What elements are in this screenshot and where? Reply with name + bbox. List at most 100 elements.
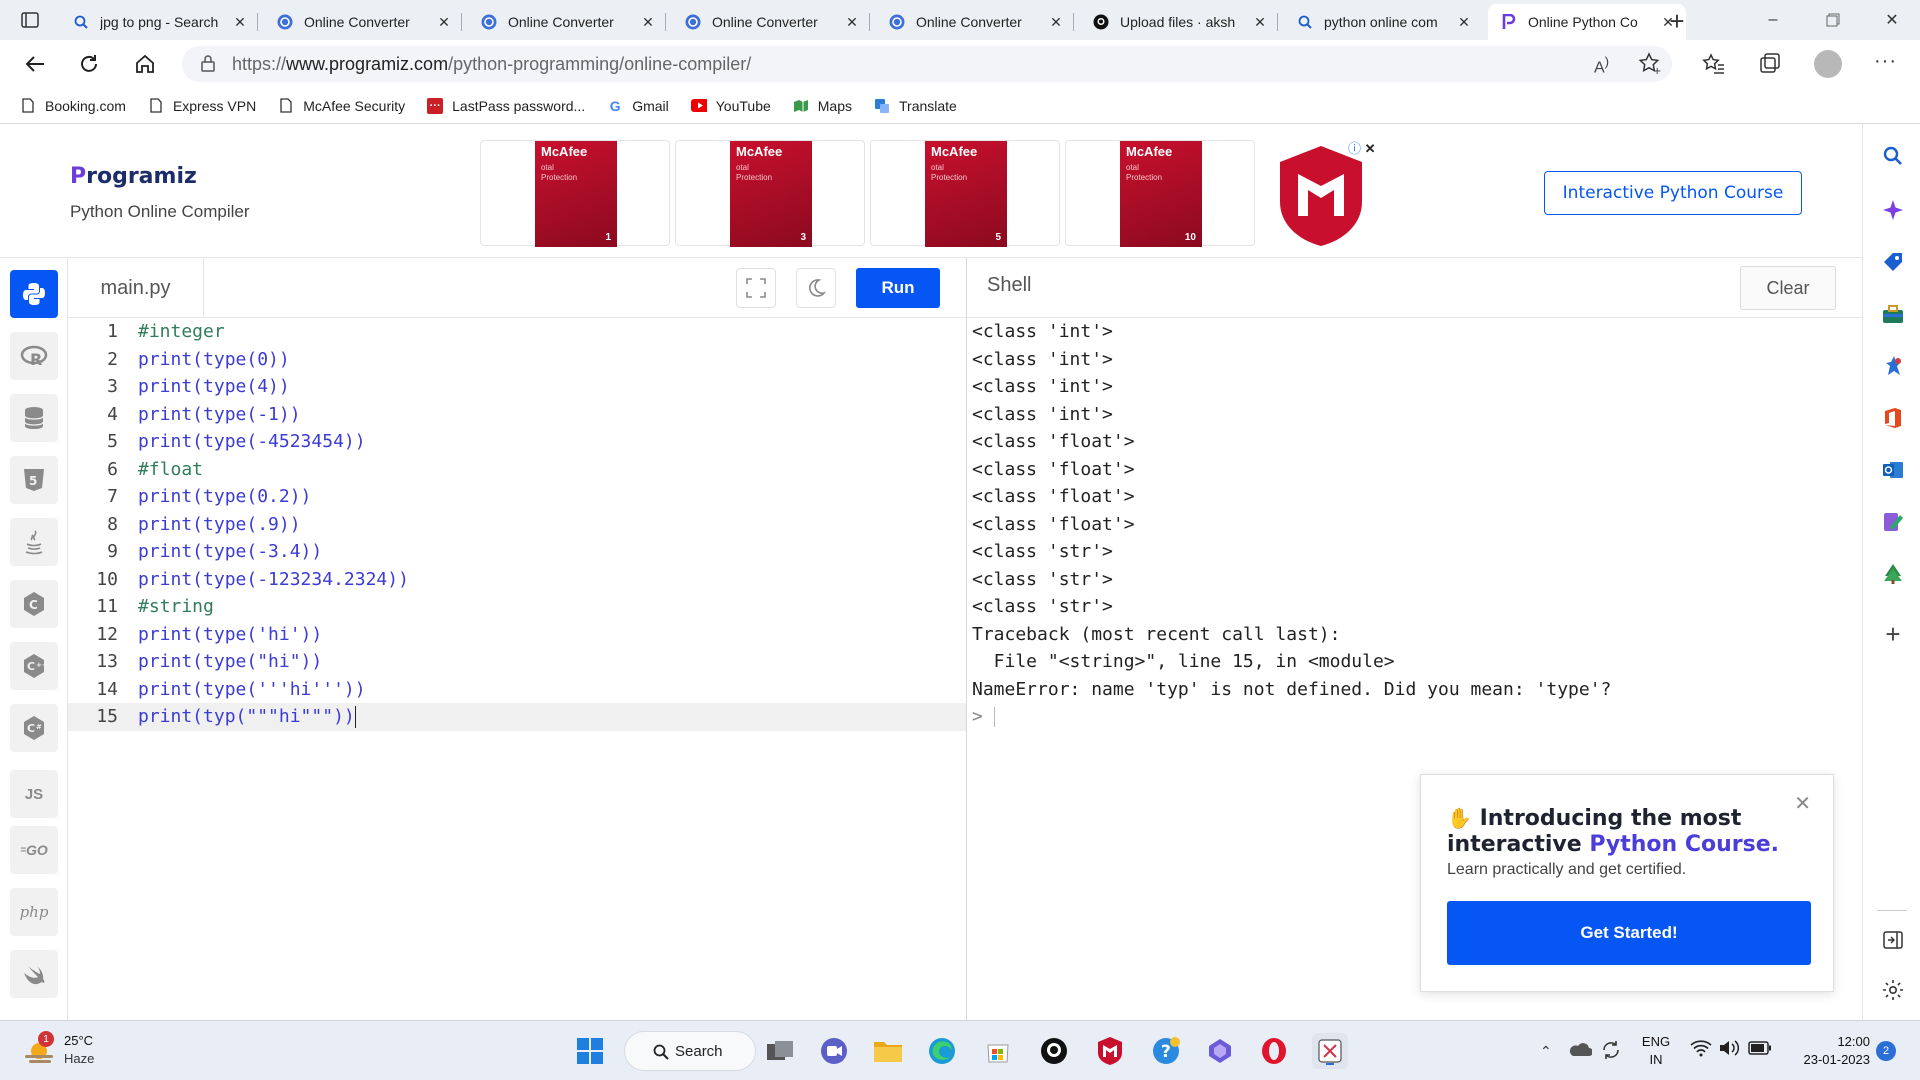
lang-swift-icon[interactable] [10, 950, 58, 998]
ad-info-close-icon[interactable]: ⓘ ✕ [1348, 138, 1376, 157]
pane-divider[interactable] [966, 258, 967, 1020]
programiz-logo[interactable]: Programiz [70, 164, 197, 189]
opera-icon[interactable] [1256, 1033, 1292, 1069]
minimize-icon[interactable]: – [1745, 0, 1801, 40]
ad-product-card[interactable]: McAfee otal Protection 10 [1065, 140, 1255, 247]
shell-prompt-line[interactable]: > [972, 703, 1852, 731]
snipping-tool-icon[interactable] [1312, 1033, 1348, 1069]
refresh-icon[interactable] [72, 48, 106, 80]
show-hidden-icons-icon[interactable]: ⌃ [1540, 1043, 1552, 1060]
close-icon[interactable]: ✕ [1794, 791, 1811, 816]
lang-go-icon[interactable]: = GO [10, 826, 58, 874]
lang-csharp-icon[interactable]: C # [10, 704, 58, 752]
hide-sidebar-icon[interactable] [1881, 928, 1905, 952]
back-icon[interactable] [18, 48, 52, 80]
fullscreen-icon[interactable] [736, 268, 776, 308]
file-explorer-icon[interactable] [870, 1033, 906, 1069]
office-icon[interactable] [1881, 406, 1905, 430]
lang-sql-icon[interactable] [10, 394, 58, 442]
browser-tab[interactable]: Online Python Co ✕ [1488, 4, 1686, 40]
gear-icon[interactable] [1881, 978, 1905, 1002]
edge-browser-icon[interactable] [924, 1033, 960, 1069]
ad-product-card[interactable]: McAfee otal Protection 3 [675, 140, 865, 247]
browser-tab[interactable]: jpg to png - Search ✕ [60, 4, 258, 40]
volume-icon[interactable] [1718, 1039, 1740, 1060]
tools-icon[interactable] [1881, 302, 1905, 326]
file-tab[interactable]: main.py [68, 258, 204, 318]
designer-icon[interactable] [1881, 510, 1905, 534]
browser-tab[interactable]: Online Converter ✕ [468, 4, 666, 40]
teams-chat-icon[interactable] [816, 1033, 852, 1069]
interactive-course-button[interactable]: Interactive Python Course [1544, 171, 1802, 215]
favorite-lastpass[interactable]: ··· LastPass password... [427, 97, 585, 114]
settings-menu-icon[interactable]: ··· [1874, 50, 1897, 73]
shell-output[interactable]: <class 'int'> <class 'int'> <class 'int'… [972, 318, 1852, 731]
mcafee-taskbar-icon[interactable] [1092, 1033, 1128, 1069]
lang-cpp-icon[interactable]: C ++ [10, 642, 58, 690]
taskbar-search[interactable]: Search [624, 1031, 756, 1071]
favorite-maps[interactable]: Maps [793, 98, 852, 114]
clear-button[interactable]: Clear [1740, 266, 1836, 310]
home-icon[interactable] [128, 48, 162, 80]
onedrive-icon[interactable] [1568, 1041, 1593, 1060]
collections-icon[interactable] [1758, 52, 1782, 79]
get-started-button[interactable]: Get Started! [1447, 901, 1811, 965]
browser-tab[interactable]: Online Converter ✕ [264, 4, 462, 40]
add-favorite-icon[interactable]: + [1638, 52, 1662, 79]
close-tab-icon[interactable]: ✕ [638, 12, 658, 32]
lang-java-icon[interactable] [10, 518, 58, 566]
games-icon[interactable] [1881, 354, 1905, 378]
input-language-indicator[interactable]: ENG IN [1636, 1033, 1676, 1069]
taskbar-clock[interactable]: 12:00 23-01-2023 [1780, 1033, 1871, 1069]
tree-icon[interactable] [1881, 562, 1905, 586]
sync-icon[interactable] [1600, 1039, 1622, 1064]
notification-badge[interactable]: 2 [1876, 1041, 1896, 1061]
ad-product-card[interactable]: McAfee otal Protection 5 [870, 140, 1060, 247]
close-tab-icon[interactable]: ✕ [434, 12, 454, 32]
url-field[interactable]: https://www.programiz.com/python-program… [182, 46, 1672, 82]
browser-tab[interactable]: Online Converter ✕ [876, 4, 1074, 40]
favorite-gmail[interactable]: G Gmail [607, 98, 669, 114]
code-editor[interactable]: 1 #integer 2 print(type(0)) 3 print(type(4)… [68, 318, 966, 1020]
run-button[interactable]: Run [856, 268, 940, 308]
favorite-express-vpn[interactable]: Express VPN [148, 98, 256, 114]
lang-html-icon[interactable]: 5 [10, 456, 58, 504]
close-tab-icon[interactable]: ✕ [1250, 12, 1270, 32]
read-aloud-icon[interactable]: A) [1594, 54, 1609, 77]
dark-mode-icon[interactable] [796, 268, 836, 308]
microsoft-store-icon[interactable] [980, 1033, 1016, 1069]
browser-tab[interactable]: python online com ✕ [1284, 4, 1482, 40]
close-tab-icon[interactable]: ✕ [1454, 12, 1474, 32]
search-icon[interactable] [1881, 144, 1905, 168]
restore-icon[interactable] [1805, 0, 1861, 40]
github-desktop-icon[interactable] [1036, 1033, 1072, 1069]
add-sidebar-app-icon[interactable]: + [1881, 619, 1905, 649]
close-tab-icon[interactable]: ✕ [842, 12, 862, 32]
weather-widget[interactable]: 1 25°C Haze [20, 1031, 140, 1071]
close-tab-icon[interactable]: ✕ [230, 12, 250, 32]
favorites-icon[interactable] [1702, 52, 1726, 79]
favorite-mcafee[interactable]: McAfee Security [278, 98, 405, 114]
task-view-icon[interactable] [762, 1033, 798, 1069]
browser-tab[interactable]: Online Converter ✕ [672, 4, 870, 40]
copilot-app-icon[interactable] [1202, 1033, 1238, 1069]
help-icon[interactable]: ? [1148, 1033, 1184, 1069]
favorite-booking[interactable]: Booking.com [20, 98, 126, 114]
close-window-icon[interactable]: ✕ [1864, 0, 1920, 40]
lang-php-icon[interactable]: php [10, 888, 58, 936]
mcafee-shield-icon[interactable] [1276, 144, 1366, 248]
wifi-icon[interactable] [1690, 1039, 1712, 1060]
ad-product-card[interactable]: McAfee otal Protection 1 [480, 140, 670, 247]
outlook-icon[interactable] [1881, 458, 1905, 482]
shopping-tag-icon[interactable] [1881, 250, 1905, 274]
lang-js-icon[interactable]: JS [10, 770, 58, 818]
browser-tab[interactable]: Upload files · aksh ✕ [1080, 4, 1278, 40]
battery-icon[interactable] [1748, 1041, 1772, 1058]
windows-start-icon[interactable] [572, 1033, 608, 1069]
profile-avatar[interactable] [1814, 50, 1842, 78]
lang-c-icon[interactable]: C [10, 580, 58, 628]
lang-r-icon[interactable]: R [10, 332, 58, 380]
favorite-youtube[interactable]: YouTube [690, 98, 771, 114]
close-tab-icon[interactable]: ✕ [1046, 12, 1066, 32]
sparkle-icon[interactable] [1881, 198, 1905, 222]
